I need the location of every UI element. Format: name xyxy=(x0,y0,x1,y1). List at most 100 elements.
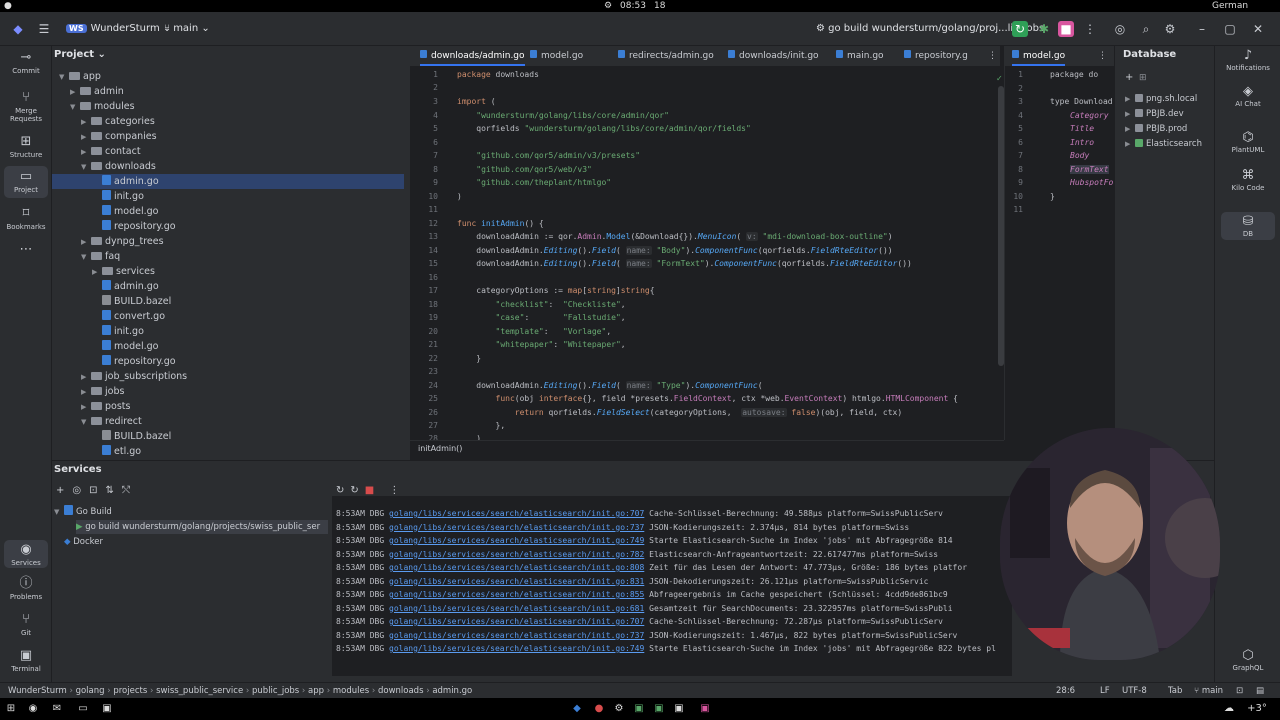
chevron-down-icon[interactable]: ▼ xyxy=(59,70,69,85)
files-icon[interactable]: ▣ xyxy=(100,702,114,716)
tree-item[interactable]: ▼ modules xyxy=(52,99,404,114)
tree-item[interactable]: ▶ services xyxy=(52,264,404,279)
weather[interactable]: +3° xyxy=(1242,702,1272,716)
more-tools[interactable]: ⋯ xyxy=(4,242,48,259)
tree-item[interactable]: ▼ redirect xyxy=(52,414,404,429)
chevron-right-icon[interactable]: ▶ xyxy=(70,85,80,100)
more-icon[interactable]: ⋮ xyxy=(1082,21,1098,37)
structure-tool[interactable]: ⊞ Structure xyxy=(4,134,48,159)
breadcrumb-segment[interactable]: projects xyxy=(113,686,147,696)
commit-tool[interactable]: ⊸ Commit xyxy=(4,50,48,75)
main-menu-icon[interactable]: ☰ xyxy=(36,21,52,37)
breadcrumb-segment[interactable]: app xyxy=(308,686,324,696)
project-panel-title[interactable]: Project ⌄ xyxy=(54,49,106,60)
db-item[interactable]: ▶ PBJB.prod xyxy=(1125,122,1187,136)
chevron-down-icon[interactable]: ▼ xyxy=(81,160,91,175)
breadcrumb-segment[interactable]: admin.go xyxy=(432,686,472,696)
chevron-right-icon[interactable]: ▶ xyxy=(81,400,91,415)
mail-icon[interactable]: ✉ xyxy=(50,702,64,716)
breadcrumb-segment[interactable]: public_jobs xyxy=(252,686,299,696)
service-go-build[interactable]: ▼ Go Build xyxy=(54,505,112,519)
chevron-right-icon[interactable]: ▶ xyxy=(92,265,102,280)
apps-grid-icon[interactable]: ⊞ xyxy=(4,702,18,716)
app-icon[interactable]: ◆ xyxy=(570,702,584,716)
kilo-code-tool[interactable]: ⌘ Kilo Code xyxy=(1221,168,1275,192)
tree-item[interactable]: admin.go xyxy=(52,279,404,294)
db-item[interactable]: ▶ png.sh.local xyxy=(1125,92,1197,106)
tab-main[interactable]: main.go xyxy=(836,46,884,66)
tab-model[interactable]: model.go xyxy=(530,46,583,66)
tree-item[interactable]: ▼ faq xyxy=(52,249,404,264)
tree-item[interactable]: admin.go xyxy=(52,174,404,189)
debug-icon[interactable]: ✱ xyxy=(1036,21,1052,37)
log-source-link[interactable]: golang/libs/services/search/elasticsearc… xyxy=(389,644,644,653)
notifications-tool[interactable]: ♪ Notifications xyxy=(1221,48,1275,72)
chevron-down-icon[interactable]: ▼ xyxy=(70,100,80,115)
tab-model-right[interactable]: model.go xyxy=(1012,46,1066,66)
app-icon[interactable]: ▣ xyxy=(698,702,712,716)
breadcrumb-segment[interactable]: downloads xyxy=(378,686,424,696)
tree-item[interactable]: ▶ companies xyxy=(52,129,404,144)
log-source-link[interactable]: golang/libs/services/search/elasticsearc… xyxy=(389,523,644,532)
chevron-right-icon[interactable]: ▶ xyxy=(81,115,91,130)
chevron-down-icon[interactable]: ▼ xyxy=(81,415,91,430)
tab-downloads-init[interactable]: downloads/init.go xyxy=(728,46,819,66)
log-source-link[interactable]: golang/libs/services/search/elasticsearc… xyxy=(389,604,644,613)
tree-item[interactable]: model.go xyxy=(52,204,404,219)
datasource-properties-icon[interactable]: ⊞ xyxy=(1139,73,1147,83)
project-tool[interactable]: ▭ Project xyxy=(4,166,48,198)
log-source-link[interactable]: golang/libs/services/search/elasticsearc… xyxy=(389,631,644,640)
tree-item[interactable]: ▼ downloads xyxy=(52,159,404,174)
search-icon[interactable]: ⌕ xyxy=(1138,21,1154,37)
tree-item[interactable]: ▶ jobs xyxy=(52,384,404,399)
tree-item[interactable]: ▶ posts xyxy=(52,399,404,414)
tree-item[interactable]: model.go xyxy=(52,339,404,354)
log-source-link[interactable]: golang/libs/services/search/elasticsearc… xyxy=(389,509,644,518)
project-switcher[interactable]: WS WunderSturm ⌄ xyxy=(66,20,171,38)
db-item[interactable]: ▶ Elasticsearch xyxy=(1125,137,1202,151)
close-icon[interactable]: ✕ xyxy=(1250,21,1266,37)
chevron-right-icon[interactable]: ▶ xyxy=(81,385,91,400)
chevron-right-icon[interactable]: ▶ xyxy=(81,130,91,145)
memory-icon[interactable]: ▤ xyxy=(1256,683,1264,699)
terminal-tool[interactable]: ▣ Terminal xyxy=(4,648,48,673)
maximize-icon[interactable]: ▢ xyxy=(1222,21,1238,37)
tree-item[interactable]: ▶ dynpg_trees xyxy=(52,234,404,249)
status-branch[interactable]: ⑂ main xyxy=(1194,683,1223,699)
breadcrumb-segment[interactable]: swiss_public_service xyxy=(156,686,243,696)
tab-downloads-admin[interactable]: downloads/admin.go xyxy=(420,46,525,66)
tree-item[interactable]: BUILD.bazel xyxy=(52,294,404,309)
graphql-tool[interactable]: ⬡ GraphQL xyxy=(1221,648,1275,672)
log-source-link[interactable]: golang/libs/services/search/elasticsearc… xyxy=(389,590,644,599)
chevron-down-icon[interactable]: ▼ xyxy=(81,250,91,265)
lock-icon[interactable]: ⊡ xyxy=(1236,683,1243,699)
service-docker[interactable]: ◆ Docker xyxy=(64,535,103,549)
minimize-icon[interactable]: – xyxy=(1194,21,1210,37)
services-toolbar[interactable]: +◎⊡⇅⤲ xyxy=(56,485,138,496)
console-toolbar[interactable]: ↻↻■ ⋮ xyxy=(336,485,405,496)
keyboard-layout[interactable]: German xyxy=(1212,0,1248,12)
log-source-link[interactable]: golang/libs/services/search/elasticsearc… xyxy=(389,617,644,626)
plantuml-tool[interactable]: ⌬ PlantUML xyxy=(1221,130,1275,154)
add-datasource-icon[interactable]: + xyxy=(1125,72,1133,83)
tree-item[interactable]: etl.go xyxy=(52,444,404,459)
problems-tool[interactable]: ⓘ Problems xyxy=(4,576,48,601)
tree-item[interactable]: ▶ contact xyxy=(52,144,404,159)
run-console[interactable]: 8:53AM DBG golang/libs/services/search/e… xyxy=(332,496,1012,676)
tree-item[interactable]: ▼ app xyxy=(52,69,404,84)
tab-options-icon[interactable]: ⋮ xyxy=(988,46,997,66)
breadcrumb-segment[interactable]: golang xyxy=(76,686,105,696)
line-separator[interactable]: LF xyxy=(1100,683,1110,699)
tree-item[interactable]: init.go xyxy=(52,324,404,339)
tray-icon[interactable]: ☁ xyxy=(1222,702,1236,716)
browser-icon[interactable]: ◉ xyxy=(26,702,40,716)
file-encoding[interactable]: UTF-8 xyxy=(1122,683,1147,699)
function-breadcrumb[interactable]: initAdmin() xyxy=(410,440,1004,456)
app-icon[interactable]: ▣ xyxy=(672,702,686,716)
tree-item[interactable]: BUILD.bazel xyxy=(52,429,404,444)
chevron-right-icon[interactable]: ▶ xyxy=(81,145,91,160)
tab-repository[interactable]: repository.g xyxy=(904,46,968,66)
service-run-config[interactable]: ▶ go build wundersturm/golang/projects/s… xyxy=(76,520,328,534)
merge-requests-tool[interactable]: ⑂ Merge Requests xyxy=(4,90,48,123)
tab-options-icon[interactable]: ⋮ xyxy=(1098,46,1107,66)
